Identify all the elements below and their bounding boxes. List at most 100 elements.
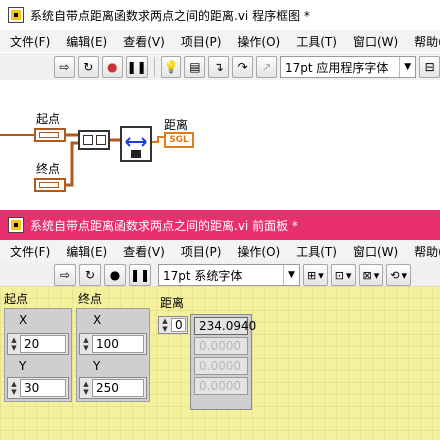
- bd-font-selector[interactable]: 17pt 应用程序字体 ▼: [279, 56, 417, 78]
- fp-menu-tools[interactable]: 工具(T): [286, 243, 343, 260]
- end-y-value[interactable]: 250: [92, 379, 144, 397]
- bd-menu-help[interactable]: 帮助(H): [404, 33, 440, 50]
- bd-label-distance: 距离: [164, 118, 189, 132]
- end-x-control[interactable]: ▲ ▼ 100: [79, 333, 147, 355]
- fp-menu-window[interactable]: 窗口(W): [343, 243, 404, 260]
- abort-icon[interactable]: ●: [104, 264, 126, 286]
- distance-array-element: 234.0940: [194, 317, 256, 335]
- distance-array-element: 0.0000: [194, 377, 248, 395]
- increment-decrement-icon[interactable]: ▲ ▼: [8, 378, 20, 398]
- bd-menu-edit[interactable]: 编辑(E): [56, 33, 113, 50]
- bd-menubar: 文件(F) 编辑(E) 查看(V) 项目(P) 操作(O) 工具(T) 窗口(W…: [0, 30, 440, 52]
- pause-icon[interactable]: ❚❚: [129, 264, 151, 286]
- chevron-down-icon: ▾: [345, 268, 352, 282]
- fp-menu-project[interactable]: 项目(P): [171, 243, 228, 260]
- resize-objects-icon: ⊠: [362, 268, 372, 282]
- start-point-cluster: X ▲ ▼ 20 Y ▲ ▼ 30: [4, 308, 72, 402]
- start-x-label: X: [19, 313, 28, 327]
- fp-titlebar: 系统自带点距离函数求两点之间的距离.vi 前面板 *: [0, 210, 440, 240]
- cluster-icon: [39, 132, 59, 138]
- fp-font-selector[interactable]: 17pt 系统字体 ▼: [158, 264, 300, 286]
- bd-menu-operate[interactable]: 操作(O): [227, 33, 286, 50]
- fp-menu-help[interactable]: 帮助(H): [404, 243, 440, 260]
- align-objects-dropdown[interactable]: ⊞ ▾: [303, 264, 328, 286]
- retain-wire-values-icon[interactable]: ▤: [184, 56, 206, 78]
- start-x-value[interactable]: 20: [20, 335, 66, 353]
- start-x-control[interactable]: ▲ ▼ 20: [7, 333, 69, 355]
- point-distance-node[interactable]: [120, 126, 152, 162]
- fp-label-end: 终点: [78, 292, 103, 306]
- indicator-type-label: SGL: [169, 135, 189, 145]
- run-continuously-icon[interactable]: ↻: [79, 264, 101, 286]
- step-out-icon[interactable]: ↗: [256, 56, 277, 78]
- reorder-dropdown[interactable]: ⟲ ▾: [386, 264, 411, 286]
- labview-vi-icon: [8, 217, 24, 233]
- distance-array-element: 0.0000: [194, 357, 248, 375]
- start-terminal[interactable]: [34, 128, 66, 142]
- align-objects-icon[interactable]: ⊟: [419, 56, 440, 78]
- fp-menu-file[interactable]: 文件(F): [0, 243, 56, 260]
- end-terminal[interactable]: [34, 178, 66, 192]
- increment-decrement-icon[interactable]: ▲ ▼: [159, 317, 171, 333]
- bd-label-end: 终点: [36, 162, 61, 176]
- chevron-down-icon: ▼: [399, 57, 415, 77]
- bd-menu-file[interactable]: 文件(F): [0, 33, 56, 50]
- step-over-icon[interactable]: ↷: [232, 56, 254, 78]
- distance-indicator-terminal[interactable]: SGL: [164, 132, 194, 148]
- end-y-label: Y: [93, 359, 101, 373]
- front-panel-canvas: 起点 X ▲ ▼ 20 Y ▲ ▼ 30 终点 X ▲ ▼ 100 Y ▲ ▼ 250 …: [0, 286, 440, 440]
- fp-menu-operate[interactable]: 操作(O): [227, 243, 286, 260]
- increment-decrement-icon[interactable]: ▲ ▼: [8, 334, 20, 354]
- array-index-control[interactable]: ▲ ▼ 0: [158, 316, 188, 334]
- pause-icon[interactable]: ❚❚: [125, 56, 148, 78]
- resize-objects-dropdown[interactable]: ⊠ ▾: [358, 264, 384, 286]
- increment-decrement-icon[interactable]: ▲ ▼: [80, 334, 92, 354]
- start-y-value[interactable]: 30: [20, 379, 66, 397]
- chevron-down-icon: ▾: [401, 268, 407, 282]
- bd-label-start: 起点: [36, 112, 61, 126]
- align-objects-icon: ⊞: [307, 268, 317, 282]
- chevron-down-icon: ▾: [373, 268, 380, 282]
- chevron-down-icon: ▾: [318, 268, 324, 282]
- wire-end: [66, 141, 78, 187]
- distribute-objects-dropdown[interactable]: ⊡ ▾: [330, 264, 356, 286]
- end-y-control[interactable]: ▲ ▼ 250: [79, 377, 147, 399]
- bd-menu-window[interactable]: 窗口(W): [343, 33, 404, 50]
- reorder-icon: ⟲: [390, 268, 400, 282]
- end-x-value[interactable]: 100: [92, 335, 144, 353]
- distribute-objects-icon: ⊡: [334, 268, 344, 282]
- distance-arrow-icon: [125, 137, 147, 158]
- fp-toolbar: ⇨ ↻ ● ❚❚ 17pt 系统字体 ▼ ⊞ ▾ ⊡ ▾ ⊠ ▾ ⟲ ▾: [0, 262, 440, 288]
- toolbar-separator: [153, 57, 155, 77]
- bd-menu-tools[interactable]: 工具(T): [286, 33, 343, 50]
- abort-icon[interactable]: ●: [101, 56, 123, 78]
- chevron-down-icon: ▼: [283, 265, 299, 285]
- bundle-node[interactable]: [78, 130, 110, 150]
- end-point-cluster: X ▲ ▼ 100 Y ▲ ▼ 250: [76, 308, 150, 402]
- run-continuously-icon[interactable]: ↻: [77, 56, 99, 78]
- bd-wires: [0, 133, 164, 187]
- labview-vi-icon: [8, 7, 24, 23]
- block-diagram-canvas: 起点 终点 距离 SGL: [0, 80, 440, 210]
- fp-font-selector-value: 17pt 系统字体: [163, 268, 243, 283]
- bd-menu-project[interactable]: 项目(P): [171, 33, 228, 50]
- bd-menu-view[interactable]: 查看(V): [113, 33, 171, 50]
- start-y-control[interactable]: ▲ ▼ 30: [7, 377, 69, 399]
- step-into-icon[interactable]: ↴: [208, 56, 230, 78]
- increment-decrement-icon[interactable]: ▲ ▼: [80, 378, 92, 398]
- fp-menubar: 文件(F) 编辑(E) 查看(V) 项目(P) 操作(O) 工具(T) 窗口(W…: [0, 240, 440, 262]
- run-arrow-icon[interactable]: ⇨: [54, 264, 76, 286]
- run-arrow-icon[interactable]: ⇨: [54, 56, 75, 78]
- fp-menu-view[interactable]: 查看(V): [113, 243, 171, 260]
- fp-label-distance: 距离: [160, 296, 185, 310]
- array-index-value[interactable]: 0: [171, 318, 186, 332]
- fp-label-start: 起点: [4, 292, 29, 306]
- distance-array-indicator: 234.0940 0.0000 0.0000 0.0000: [190, 314, 256, 410]
- bd-toolbar: ⇨ ↻ ● ❚❚ 💡 ▤ ↴ ↷ ↗ 17pt 应用程序字体 ▼ ⊟: [0, 53, 440, 81]
- fp-menu-edit[interactable]: 编辑(E): [56, 243, 113, 260]
- fp-window-title: 系统自带点距离函数求两点之间的距离.vi 前面板 *: [30, 218, 298, 233]
- bd-window-title: 系统自带点距离函数求两点之间的距离.vi 程序框图 *: [30, 8, 310, 23]
- end-x-label: X: [93, 313, 102, 327]
- highlight-execution-icon[interactable]: 💡: [160, 56, 182, 78]
- wire-array-out: [152, 136, 164, 143]
